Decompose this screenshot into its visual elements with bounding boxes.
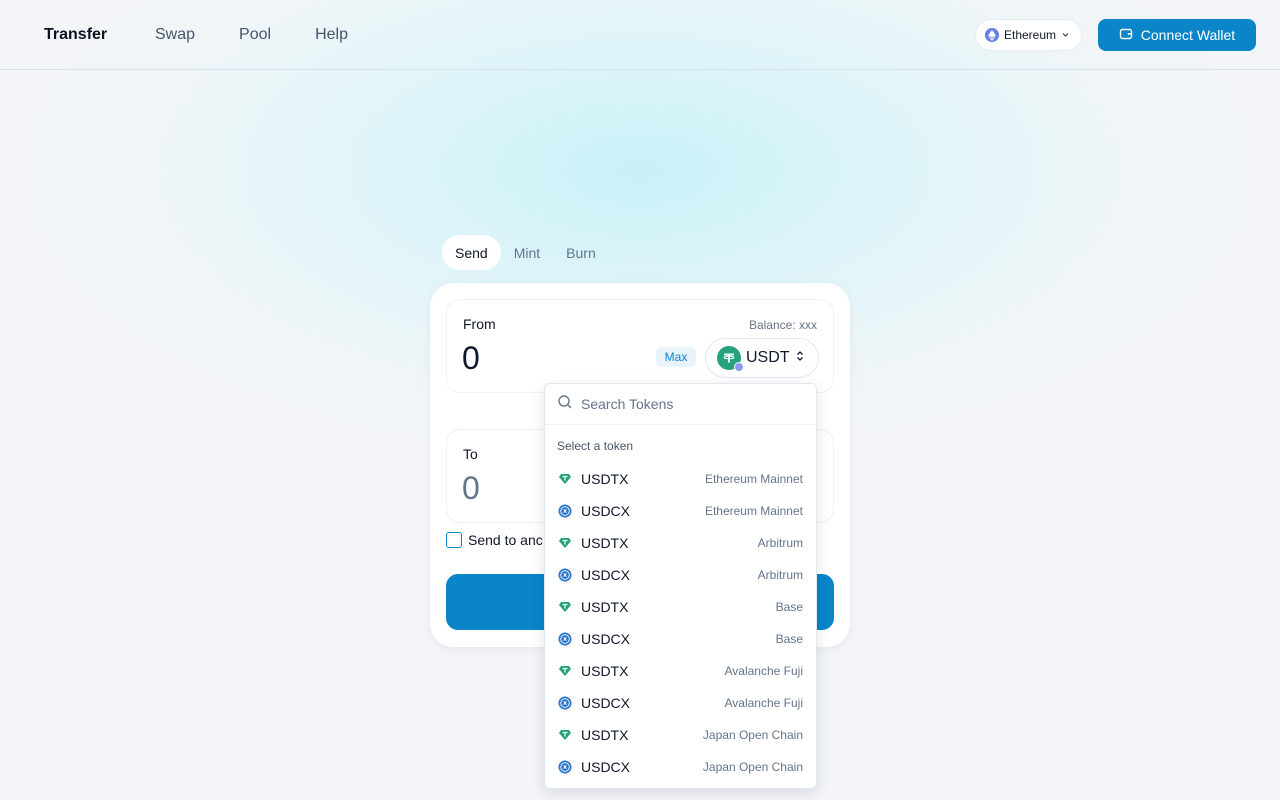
usdc-icon (557, 567, 573, 583)
connect-wallet-button[interactable]: Connect Wallet (1098, 19, 1256, 51)
token-option-network: Arbitrum (757, 536, 803, 550)
max-button[interactable]: Max (656, 347, 696, 367)
token-option[interactable]: USDCX Base (545, 623, 816, 655)
token-option-name: USDCX (581, 631, 631, 647)
token-option-network: Japan Open Chain (702, 760, 803, 774)
token-option-network: Arbitrum (757, 568, 803, 582)
send-to-another-checkbox[interactable] (446, 532, 462, 548)
usdt-icon (557, 535, 573, 551)
nav-help[interactable]: Help (315, 26, 348, 44)
top-header: Transfer Swap Pool Help Ethereum Connect… (0, 0, 1280, 70)
token-option-network: Ethereum Mainnet (704, 504, 803, 518)
chevron-down-icon (1061, 28, 1070, 42)
token-search-input[interactable] (581, 396, 801, 412)
tab-burn[interactable]: Burn (553, 235, 609, 270)
token-option-network: Avalanche Fuji (724, 664, 804, 678)
nav-pool[interactable]: Pool (239, 26, 271, 44)
token-option[interactable]: USDTX Japan Open Chain (545, 719, 816, 751)
token-option-name: USDTX (581, 599, 629, 615)
brand-link[interactable]: Transfer (44, 26, 107, 44)
token-selector-button[interactable]: USDT (705, 338, 819, 378)
usdt-icon (557, 599, 573, 615)
network-label: Ethereum (1004, 28, 1057, 42)
search-icon (557, 394, 573, 415)
usdt-icon (717, 346, 744, 372)
token-option-name: USDTX (581, 535, 629, 551)
token-option-network: Base (775, 600, 803, 614)
token-option-name: USDTX (581, 471, 629, 487)
token-option[interactable]: USDTX Ethereum Mainnet (545, 463, 816, 495)
token-dropdown: Select a token USDTXEthereum MainnetUSDC… (544, 383, 817, 789)
mode-tabs: Send Mint Burn (442, 235, 609, 270)
from-label: From (463, 316, 496, 332)
token-option[interactable]: USDCX Avalanche Fuji (545, 687, 816, 719)
token-option-name: USDCX (581, 759, 631, 775)
ethereum-badge-icon (734, 362, 744, 372)
nav-swap[interactable]: Swap (155, 26, 195, 44)
token-option-name: USDCX (581, 567, 631, 583)
chevron-updown-icon (795, 349, 805, 367)
token-option-name: USDCX (581, 503, 631, 519)
wallet-icon (1119, 27, 1133, 44)
from-panel: From Balance: xxx Max USDT (446, 299, 834, 393)
select-token-heading: Select a token (557, 439, 634, 453)
usdt-icon (557, 471, 573, 487)
usdt-icon (557, 727, 573, 743)
usdt-icon (557, 663, 573, 679)
send-to-another-label: Send to anc (468, 532, 543, 548)
usdc-icon (557, 695, 573, 711)
token-option[interactable]: USDCX Ethereum Mainnet (545, 495, 816, 527)
tab-send[interactable]: Send (442, 235, 501, 270)
token-option-network: Japan Open Chain (702, 728, 803, 742)
usdc-icon (557, 759, 573, 775)
send-to-another-row: Send to anc (446, 532, 543, 548)
token-search-row (545, 384, 816, 425)
balance-text: Balance: xxx (748, 318, 817, 332)
token-option-name: USDCX (581, 695, 631, 711)
token-option[interactable]: USDTX Avalanche Fuji (545, 655, 816, 687)
token-option-network: Base (775, 632, 803, 646)
token-option-name: USDTX (581, 663, 629, 679)
token-option[interactable]: USDTX Base (545, 591, 816, 623)
usdc-icon (557, 503, 573, 519)
to-label: To (463, 446, 478, 462)
token-option-network: Ethereum Mainnet (704, 472, 803, 486)
token-option-name: USDTX (581, 727, 629, 743)
network-selector[interactable]: Ethereum (975, 19, 1082, 51)
token-option[interactable]: USDCX Japan Open Chain (545, 751, 816, 783)
from-amount-input[interactable] (462, 340, 622, 377)
tab-mint[interactable]: Mint (501, 235, 553, 270)
main-nav: Swap Pool Help (155, 26, 348, 44)
token-option[interactable]: USDCX Arbitrum (545, 559, 816, 591)
ethereum-icon (985, 28, 999, 42)
connect-wallet-label: Connect Wallet (1140, 27, 1236, 43)
selected-token-label: USDT (746, 349, 790, 366)
token-option[interactable]: USDTX Arbitrum (545, 527, 816, 559)
usdc-icon (557, 631, 573, 647)
token-option-network: Avalanche Fuji (724, 696, 804, 710)
token-list: USDTX Ethereum Mainnet USDCX Ethereum Mainn… (545, 463, 816, 783)
